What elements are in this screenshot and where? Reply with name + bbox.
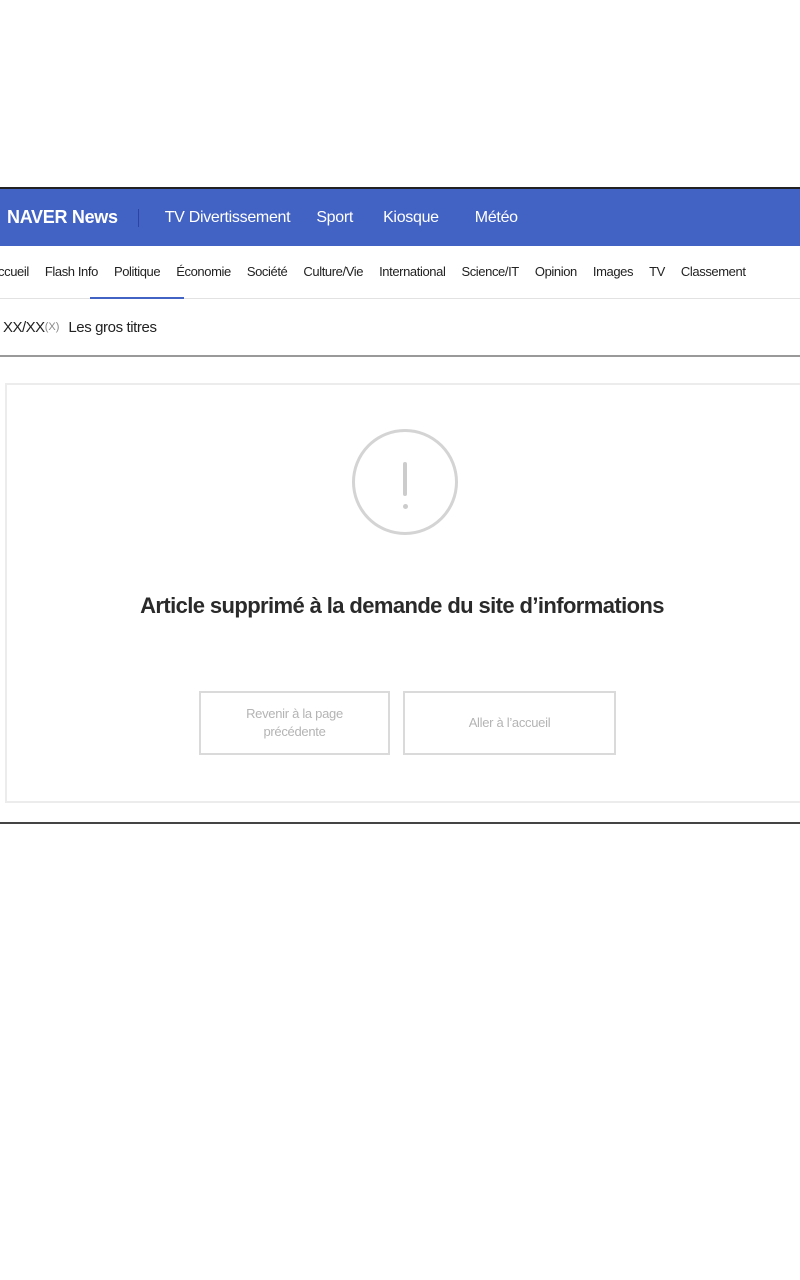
tab-opinion[interactable]: Opinion (527, 246, 585, 298)
headline-date: XX/XX (3, 318, 45, 336)
top-nav-weather[interactable]: Météo (475, 209, 518, 227)
go-to-home-button[interactable]: Aller à l’accueil (403, 691, 616, 755)
top-nav-menu: TV Divertissement Sport Kiosque Météo (165, 209, 518, 227)
tab-culture-life[interactable]: Culture/Vie (295, 246, 371, 298)
tab-science-it[interactable]: Science/IT (453, 246, 526, 298)
tab-home[interactable]: ccueil (0, 246, 37, 298)
tab-flash-info[interactable]: Flash Info (37, 246, 106, 298)
tab-ranking[interactable]: Classement (673, 246, 754, 298)
exclamation-bar (403, 462, 407, 496)
brand-divider (137, 208, 139, 227)
tab-politics[interactable]: Politique (89, 246, 185, 299)
section-tabs: ccueil Flash Info Politique Économie Soc… (0, 246, 800, 299)
tab-international[interactable]: International (371, 246, 453, 298)
back-to-previous-page-button[interactable]: Revenir à la page précédente (199, 691, 390, 755)
headline-weekday: (X) (44, 321, 60, 333)
tab-tv[interactable]: TV (641, 246, 673, 298)
headline-section-title: Les gros titres (68, 318, 157, 336)
top-nav-sport[interactable]: Sport (316, 209, 353, 227)
deleted-article-notice: Article supprimé à la demande du site d’… (5, 383, 800, 803)
tab-images[interactable]: Images (585, 246, 641, 298)
exclamation-circle-icon (352, 429, 458, 535)
top-nav-tv-entertainment[interactable]: TV Divertissement (165, 209, 291, 227)
exclamation-dot (402, 504, 408, 509)
deleted-article-message: Article supprimé à la demande du site d’… (140, 593, 664, 618)
top-navigation-bar: NAVER News TV Divertissement Sport Kiosq… (0, 189, 800, 246)
tab-economy[interactable]: Économie (168, 246, 239, 298)
headline-dateline: XX/XX (X) Les gros titres (0, 299, 800, 357)
tab-society[interactable]: Société (239, 246, 296, 298)
naver-news-logo[interactable]: NAVER News (0, 207, 118, 228)
news-page-frame: NAVER News TV Divertissement Sport Kiosq… (0, 187, 800, 824)
top-nav-kiosk[interactable]: Kiosque (383, 209, 439, 227)
